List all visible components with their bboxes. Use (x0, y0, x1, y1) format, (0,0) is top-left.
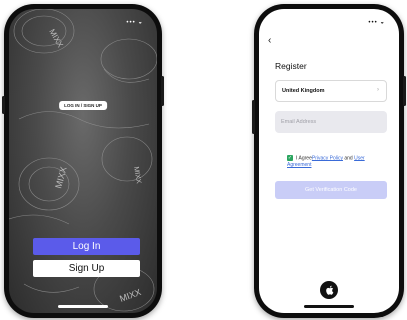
home-indicator[interactable] (304, 305, 354, 308)
back-chevron-icon[interactable]: ‹ (268, 35, 271, 46)
agree-prefix: I Agree (296, 155, 312, 162)
brand-watermark: MIXX (118, 287, 142, 304)
brand-watermark: MIXX (53, 166, 68, 190)
volume-button (252, 100, 255, 134)
brand-watermark: MIXX (47, 28, 65, 50)
login-screen: MIXX MIXX MIXX MIXX ••• ◒ LOG IN / SIGN … (9, 9, 157, 313)
get-verification-code-button[interactable]: Get Verification Code (275, 181, 387, 199)
privacy-policy-link[interactable]: Privacy Policy (312, 155, 343, 161)
phone-login: MIXX MIXX MIXX MIXX ••• ◒ LOG IN / SIGN … (2, 4, 164, 318)
power-button (161, 76, 164, 106)
home-indicator[interactable] (58, 305, 108, 308)
agreement-row: ✓ I AgreePrivacy Policy and User Agreemen… (287, 155, 385, 168)
status-bar-icons: ••• ◒ (368, 20, 385, 26)
earbud-outline (18, 157, 80, 211)
earbud-curve (18, 111, 150, 129)
volume-button (2, 96, 5, 114)
auth-badge: LOG IN / SIGN UP (59, 101, 107, 110)
power-button (403, 76, 406, 106)
country-value: United Kingdom (282, 88, 325, 94)
phone-register: ••• ◒ ‹ Register United Kingdom › ✓I Agr… (252, 4, 406, 318)
earbud-outline (100, 38, 157, 80)
page-title: Register (275, 61, 307, 71)
register-screen: ••• ◒ ‹ Register United Kingdom › ✓I Agr… (259, 9, 399, 313)
apple-icon (325, 285, 333, 295)
login-button[interactable]: Log In (33, 238, 140, 255)
signup-button[interactable]: Sign Up (33, 260, 140, 277)
status-bar-icons: ••• ◒ (126, 20, 143, 26)
apple-signin-button[interactable] (320, 281, 338, 299)
earbud-curve (23, 283, 80, 293)
earbud-curve (103, 68, 150, 83)
earbud-outline (101, 136, 153, 182)
brand-watermark: MIXX (132, 166, 142, 184)
country-select[interactable]: United Kingdom › (275, 80, 387, 102)
earbud-curve (9, 214, 70, 225)
earbud-outline (13, 9, 75, 54)
chevron-right-icon: › (377, 87, 379, 93)
agree-checkbox[interactable]: ✓ (287, 155, 293, 161)
agree-and: and (342, 155, 355, 162)
email-field[interactable] (275, 111, 387, 133)
